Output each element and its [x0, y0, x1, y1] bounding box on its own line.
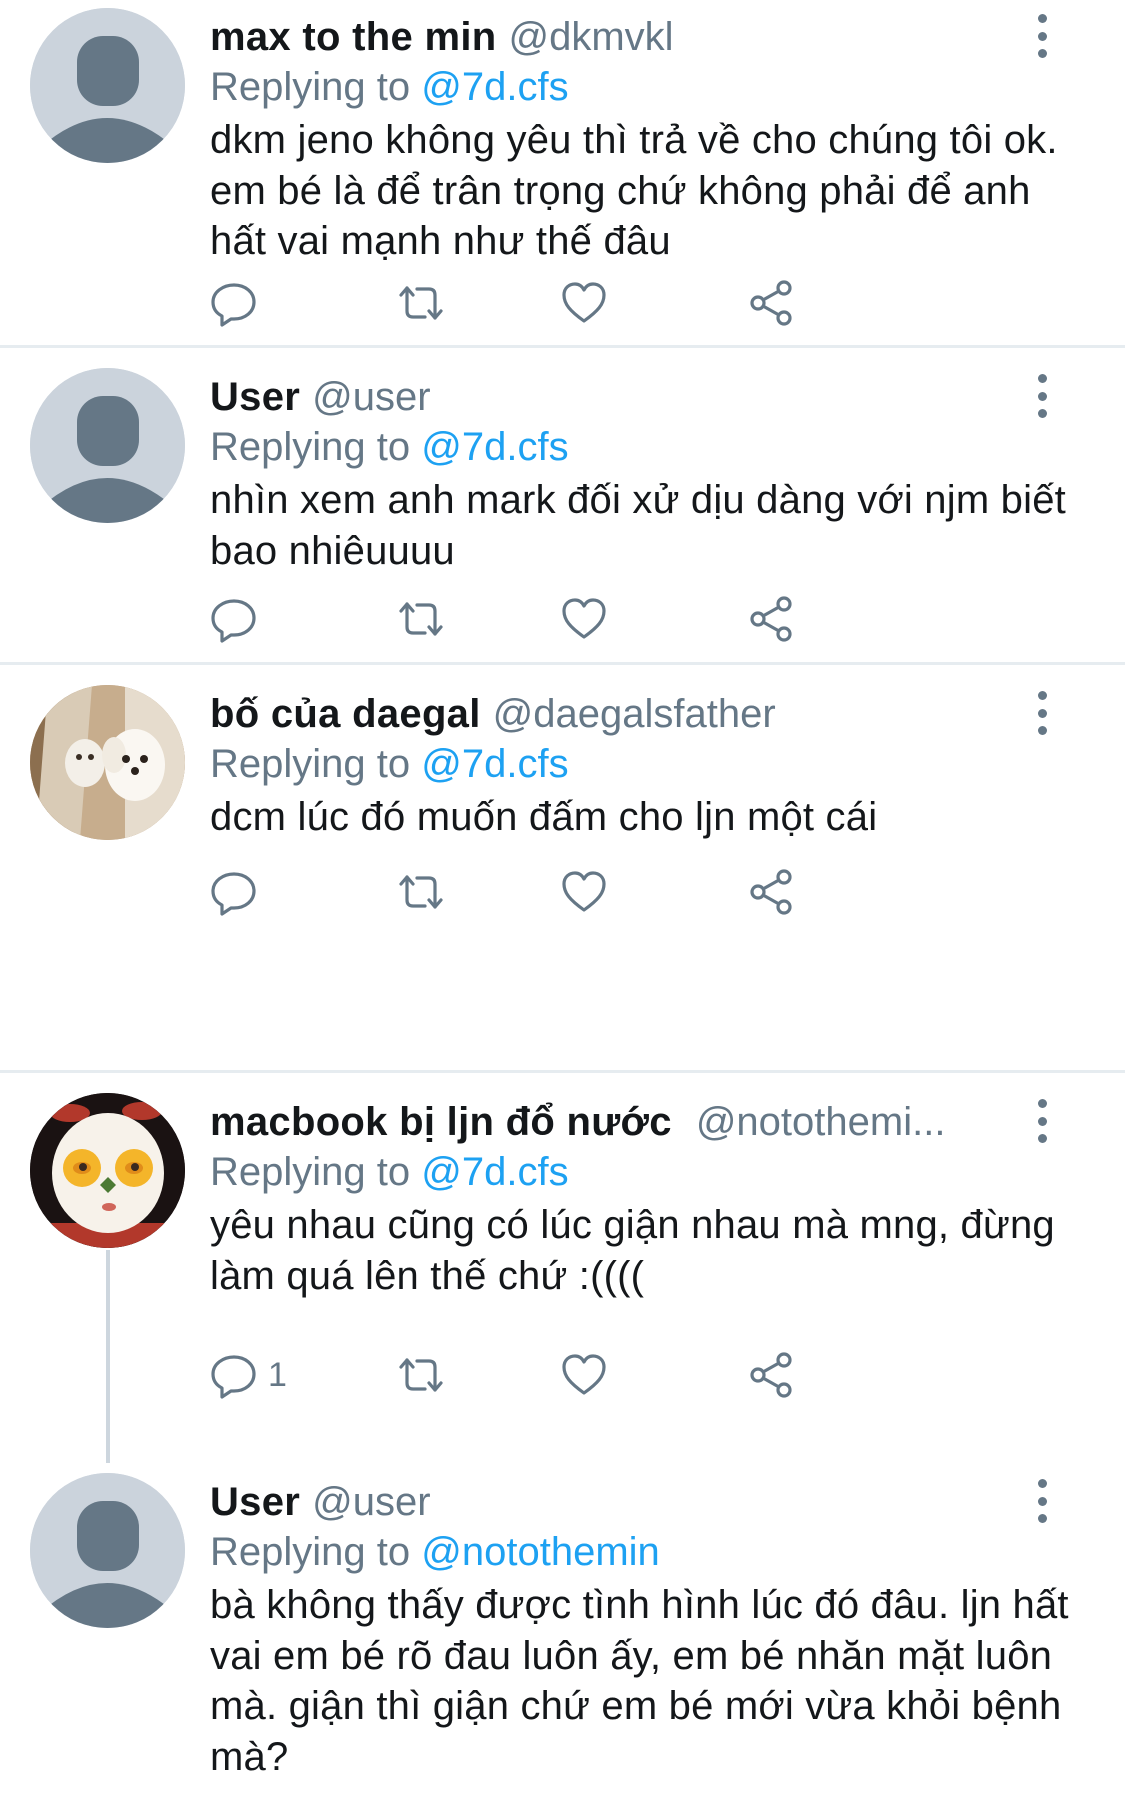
retweet-icon — [399, 1358, 443, 1392]
replying-to-mention[interactable]: @7d.cfs — [421, 425, 568, 469]
replying-to-label: Replying to — [210, 65, 411, 109]
reply-icon — [211, 599, 256, 643]
user-handle[interactable]: @dkmvkl — [508, 15, 673, 59]
share-button[interactable] — [747, 1350, 795, 1400]
action-bar — [210, 594, 1010, 644]
replying-to-label: Replying to — [210, 1530, 411, 1574]
tweet-text: nhìn xem anh mark đối xử dịu dàng với nj… — [210, 478, 1066, 573]
retweet-icon — [399, 602, 443, 636]
replying-to: Replying to @notothemin — [210, 1527, 660, 1577]
egg-face-avatar-icon — [30, 1093, 185, 1248]
tweet-header: max to the min @dkmvkl — [210, 12, 674, 62]
reply-count: 1 — [268, 1355, 287, 1394]
reply-button[interactable] — [210, 278, 258, 328]
replying-to-label: Replying to — [210, 425, 411, 469]
action-bar: 1 — [210, 1350, 1010, 1400]
like-icon — [562, 871, 606, 912]
replying-to-mention[interactable]: @7d.cfs — [421, 1150, 568, 1194]
more-options-icon[interactable] — [1030, 1099, 1054, 1143]
tweet-text: bà không thấy được tình hình lúc đó đâu.… — [210, 1583, 1069, 1779]
egg-face-avatar[interactable] — [30, 1093, 185, 1248]
divider — [0, 345, 1125, 348]
replying-to-mention[interactable]: @7d.cfs — [421, 65, 568, 109]
share-icon — [750, 1352, 792, 1398]
share-button[interactable] — [747, 867, 795, 917]
tweet-text: yêu nhau cũng có lúc giận nhau mà mng, đ… — [210, 1203, 1055, 1298]
replying-to: Replying to @7d.cfs — [210, 1147, 569, 1197]
retweet-button[interactable] — [395, 278, 447, 328]
divider — [0, 662, 1125, 665]
retweet-button[interactable] — [395, 867, 447, 917]
user-handle[interactable]: @daegalsfather — [493, 692, 776, 736]
like-icon — [562, 598, 606, 639]
display-name[interactable]: User — [210, 1480, 300, 1524]
more-options-icon[interactable] — [1030, 1479, 1054, 1523]
like-button[interactable] — [560, 278, 608, 328]
dog-photo-avatar[interactable] — [30, 685, 185, 840]
tweet-header: bố của daegal @daegalsfather — [210, 689, 776, 739]
replying-to: Replying to @7d.cfs — [210, 422, 569, 472]
user-handle[interactable]: @notothemi... — [696, 1100, 946, 1144]
display-name[interactable]: macbook bị ljn đổ nước — [210, 1100, 672, 1144]
replying-to: Replying to @7d.cfs — [210, 62, 569, 112]
retweet-button[interactable] — [395, 594, 447, 644]
reply-button[interactable] — [210, 867, 258, 917]
like-button[interactable] — [560, 594, 608, 644]
default-avatar-icon — [30, 1473, 185, 1628]
replying-to-mention[interactable]: @7d.cfs — [421, 742, 568, 786]
like-icon — [562, 282, 606, 323]
reply-button[interactable]: 1 — [210, 1350, 287, 1400]
user-handle[interactable]: @user — [312, 375, 430, 419]
replying-to-mention[interactable]: @notothemin — [421, 1530, 660, 1574]
like-button[interactable] — [560, 1350, 608, 1400]
dog-photo-avatar-icon — [30, 685, 185, 840]
replying-to-label: Replying to — [210, 1150, 411, 1194]
default-avatar-icon — [30, 8, 185, 163]
reply-icon — [211, 872, 256, 916]
reply-icon — [211, 283, 256, 327]
tweet-text: dkm jeno không yêu thì trả về cho chúng … — [210, 118, 1058, 263]
more-options-icon[interactable] — [1030, 14, 1054, 58]
display-name[interactable]: User — [210, 375, 300, 419]
share-button[interactable] — [747, 278, 795, 328]
default-avatar[interactable] — [30, 368, 185, 523]
divider — [0, 1070, 1125, 1073]
like-button[interactable] — [560, 867, 608, 917]
reply-button[interactable] — [210, 594, 258, 644]
tweet-text: dcm lúc đó muốn đấm cho ljn một cái — [210, 795, 878, 839]
replying-to: Replying to @7d.cfs — [210, 739, 569, 789]
action-bar — [210, 867, 1010, 917]
replying-to-label: Replying to — [210, 742, 411, 786]
retweet-icon — [399, 875, 443, 909]
default-avatar-icon — [30, 368, 185, 523]
more-options-icon[interactable] — [1030, 374, 1054, 418]
user-handle[interactable]: @user — [312, 1480, 430, 1524]
retweet-button[interactable] — [395, 1350, 447, 1400]
more-options-icon[interactable] — [1030, 691, 1054, 735]
tweet-header: User @user — [210, 1477, 431, 1527]
action-bar — [210, 278, 1010, 328]
tweet-header: User @user — [210, 372, 431, 422]
display-name[interactable]: bố của daegal — [210, 692, 481, 736]
retweet-icon — [399, 286, 443, 320]
display-name[interactable]: max to the min — [210, 15, 496, 59]
share-button[interactable] — [747, 594, 795, 644]
share-icon — [750, 869, 792, 915]
like-icon — [562, 1354, 606, 1395]
thread-line — [106, 1250, 110, 1463]
default-avatar[interactable] — [30, 1473, 185, 1628]
share-icon — [750, 596, 792, 642]
default-avatar[interactable] — [30, 8, 185, 163]
reply-icon — [211, 1355, 256, 1399]
tweet-header: macbook bị ljn đổ nước @notothemi... — [210, 1097, 945, 1147]
share-icon — [750, 280, 792, 326]
